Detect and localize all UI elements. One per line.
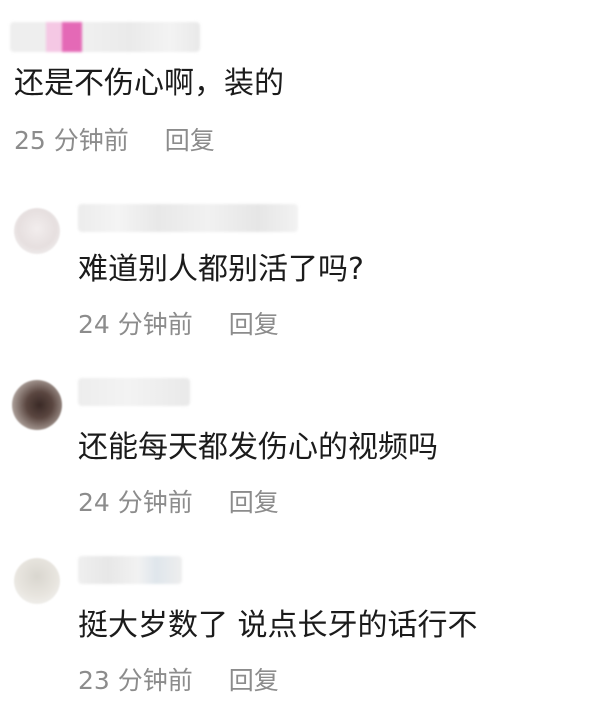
blurred-username[interactable] <box>78 378 190 406</box>
comment-time: 25 分钟前 <box>14 126 129 155</box>
comment-time: 24 分钟前 <box>78 488 193 517</box>
comment-time: 24 分钟前 <box>78 310 193 339</box>
comment-meta: 24 分钟前 回复 <box>78 308 279 342</box>
reply-button[interactable]: 回复 <box>229 664 279 698</box>
comment-thread: 还是不伤心啊，装的 25 分钟前 回复 难道别人都别活了吗? 24 分钟前 回复… <box>0 0 598 724</box>
reply-button[interactable]: 回复 <box>229 308 279 342</box>
avatar[interactable] <box>12 380 62 430</box>
top-comment: 还是不伤心啊，装的 25 分钟前 回复 <box>0 0 598 175</box>
blurred-username[interactable] <box>78 204 298 232</box>
reply-button[interactable]: 回复 <box>229 486 279 520</box>
blurred-username[interactable] <box>78 556 182 584</box>
reply-comment: 挺大岁数了 说点长牙的话行不 23 分钟前 回复 <box>0 548 598 728</box>
comment-time: 23 分钟前 <box>78 666 193 695</box>
blurred-username[interactable] <box>10 22 200 52</box>
reply-comment: 还能每天都发伤心的视频吗 24 分钟前 回复 <box>0 370 598 550</box>
avatar[interactable] <box>14 558 60 604</box>
comment-meta: 24 分钟前 回复 <box>78 486 279 520</box>
comment-text: 挺大岁数了 说点长牙的话行不 <box>78 608 478 643</box>
comment-meta: 25 分钟前 回复 <box>14 124 215 158</box>
comment-text: 难道别人都别活了吗? <box>78 252 364 287</box>
comment-text: 还能每天都发伤心的视频吗 <box>78 430 438 465</box>
reply-button[interactable]: 回复 <box>165 124 215 158</box>
comment-text: 还是不伤心啊，装的 <box>14 66 284 101</box>
comment-meta: 23 分钟前 回复 <box>78 664 279 698</box>
avatar[interactable] <box>14 208 60 254</box>
reply-comment: 难道别人都别活了吗? 24 分钟前 回复 <box>0 190 598 370</box>
